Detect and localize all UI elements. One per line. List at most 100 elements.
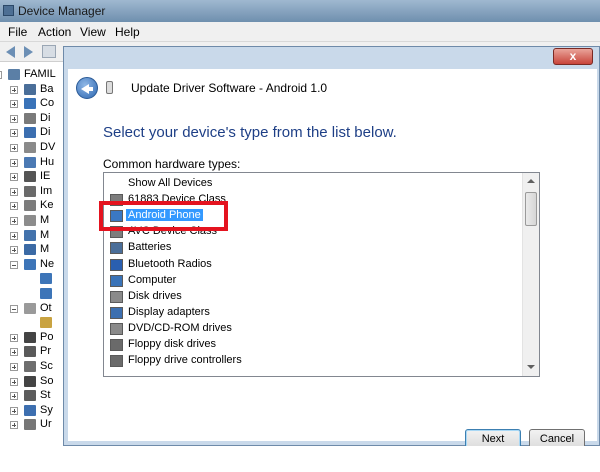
device-tree: FAMIL Ba Co Di Di DV Hu IE Im Ke M M M Ne Ot Po Pr Sc So St… [0, 63, 66, 472]
back-arrow-icon[interactable] [4, 45, 18, 58]
tree-item[interactable]: Co [0, 96, 66, 112]
list-item[interactable]: Disk drives [108, 289, 518, 305]
expand-icon[interactable] [10, 377, 18, 386]
expand-icon[interactable] [10, 202, 18, 211]
expand-icon[interactable] [10, 406, 18, 415]
tree-item-label: St [40, 389, 51, 402]
tree-item-label: Sc [40, 360, 53, 372]
menu-bar: File Action View Help [0, 22, 600, 42]
vertical-scrollbar[interactable] [522, 173, 539, 376]
device-category-icon [24, 258, 36, 270]
tree-item[interactable]: Ke [0, 198, 66, 214]
menu-action[interactable]: Action [38, 25, 71, 39]
tree-item[interactable]: FAMIL [0, 67, 66, 83]
expand-icon[interactable] [10, 348, 18, 357]
tree-item[interactable] [0, 271, 66, 287]
back-button-icon[interactable] [76, 77, 98, 99]
expand-icon[interactable] [10, 333, 18, 342]
tree-item-label: DV [40, 141, 56, 153]
tree-item[interactable]: Di [0, 125, 66, 141]
list-item[interactable]: Batteries [108, 240, 518, 256]
device-category-icon [24, 229, 36, 241]
list-item[interactable]: Bluetooth Radios [108, 257, 518, 273]
tree-item[interactable]: Sc [0, 359, 66, 375]
list-item[interactable]: Computer [108, 273, 518, 289]
device-category-icon [24, 83, 36, 95]
expand-icon[interactable] [10, 363, 18, 371]
list-item-label: Batteries [128, 241, 172, 254]
list-item[interactable]: Floppy disk drives [108, 337, 518, 353]
tree-item[interactable]: Sy [0, 403, 66, 419]
device-manager-icon [3, 5, 14, 16]
device-category-icon [24, 200, 36, 212]
list-item[interactable]: Display adapters [108, 305, 518, 321]
scroll-down-icon[interactable] [523, 359, 539, 376]
device-category-icon [24, 127, 36, 139]
expand-icon[interactable] [10, 100, 18, 109]
tree-item[interactable]: Ur [0, 417, 66, 433]
expand-icon[interactable] [10, 421, 18, 430]
list-item-label: Floppy disk drives [128, 338, 217, 350]
tree-item-label: Hu [40, 155, 55, 168]
expand-icon[interactable] [10, 246, 18, 255]
tree-item[interactable]: St [0, 388, 66, 404]
tree-item[interactable]: M [0, 242, 66, 258]
expand-icon[interactable] [10, 129, 18, 138]
collapse-icon[interactable] [10, 304, 18, 313]
floppy-controller-icon [110, 355, 123, 368]
expand-icon[interactable] [10, 173, 18, 182]
dvd-icon [110, 322, 123, 335]
expand-icon[interactable] [10, 187, 18, 196]
dialog-content: Update Driver Software - Android 1.0 Sel… [68, 69, 597, 449]
tree-item-label: Di [40, 126, 51, 139]
expand-icon[interactable] [10, 144, 18, 152]
forward-arrow-icon[interactable] [22, 45, 36, 58]
update-driver-dialog: x Update Driver Software - Android 1.0 S… [63, 46, 600, 449]
tree-item[interactable]: Pr [0, 344, 66, 360]
list-item-label: Bluetooth Radios [128, 257, 212, 270]
scroll-up-icon[interactable] [523, 173, 539, 190]
display-icon [110, 306, 123, 319]
tree-item[interactable]: M [0, 213, 66, 229]
list-item-label: Floppy drive controllers [128, 354, 242, 367]
scroll-thumb[interactable] [525, 192, 537, 226]
expand-icon[interactable] [10, 158, 18, 167]
expand-icon[interactable] [10, 217, 18, 225]
menu-help[interactable]: Help [115, 25, 140, 39]
tree-item[interactable]: Ba [0, 82, 66, 98]
tree-item[interactable]: Di [0, 111, 66, 127]
menu-file[interactable]: File [8, 25, 27, 39]
properties-icon[interactable] [42, 45, 56, 58]
collapse-icon[interactable] [10, 260, 18, 269]
tree-item[interactable]: Ne [0, 257, 66, 273]
tree-item[interactable]: So [0, 374, 66, 390]
expand-icon[interactable] [10, 392, 18, 401]
expand-icon[interactable] [10, 231, 18, 240]
tree-item-label: Pr [40, 345, 51, 358]
list-item-label: DVD/CD-ROM drives [128, 321, 232, 334]
device-category-icon [24, 112, 36, 124]
expand-icon[interactable] [10, 114, 18, 123]
device-category-icon [24, 98, 36, 110]
tree-item[interactable] [0, 286, 66, 302]
tree-item[interactable]: Hu [0, 155, 66, 171]
device-category-icon [40, 273, 52, 285]
tree-item[interactable]: Ot [0, 301, 66, 317]
tree-item[interactable] [0, 315, 66, 331]
device-category-icon [24, 171, 36, 183]
tree-item[interactable]: M [0, 228, 66, 244]
tree-item[interactable]: DV [0, 140, 66, 156]
tree-item[interactable]: Im [0, 184, 66, 200]
list-item[interactable]: Floppy drive controllers [108, 353, 518, 369]
device-category-icon [24, 215, 36, 226]
list-item[interactable]: DVD/CD-ROM drives [108, 321, 518, 337]
collapse-icon[interactable] [0, 71, 2, 79]
list-item[interactable]: Show All Devices [108, 176, 518, 192]
expand-icon[interactable] [10, 85, 18, 94]
close-button[interactable]: x [553, 48, 593, 65]
device-category-icon [40, 288, 52, 299]
tree-item[interactable]: Po [0, 330, 66, 346]
tree-item[interactable]: IE [0, 169, 66, 185]
menu-view[interactable]: View [80, 25, 106, 39]
device-manager-title: Device Manager [18, 4, 106, 18]
